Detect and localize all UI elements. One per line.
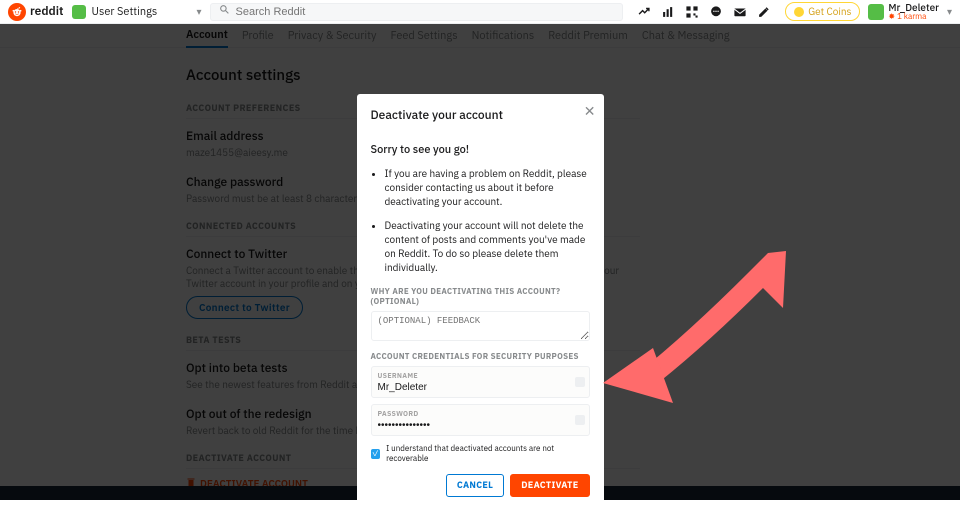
close-icon[interactable]: ✕ [584, 102, 596, 120]
cred-label: Account credentials for security purpose… [371, 352, 590, 362]
deactivate-button[interactable]: DEACTIVATE [510, 474, 589, 497]
modal-bullet: If you are having a problem on Reddit, p… [385, 167, 590, 209]
get-coins-button[interactable]: Get Coins [785, 2, 860, 21]
understand-label: I understand that deactivated accounts a… [386, 444, 589, 464]
header-icons [631, 5, 777, 19]
modal-subtitle: Sorry to see you go! [371, 143, 590, 157]
all-icon[interactable] [661, 5, 675, 19]
deactivate-modal: ✕ Deactivate your account Sorry to see y… [357, 94, 604, 511]
user-menu[interactable]: Mr_Deleter ✸1 karma ▾ [868, 3, 952, 21]
popular-icon[interactable] [637, 5, 651, 19]
user-karma: 1 karma [897, 13, 926, 21]
password-field[interactable]: PASSWORD [371, 404, 590, 436]
field-badge-icon [575, 415, 585, 425]
karma-icon: ✸ [888, 13, 895, 21]
user-avatar-icon [868, 4, 884, 20]
top-header: reddit User Settings ▾ Get Coins Mr_Dele… [0, 0, 960, 24]
field-badge-icon [575, 377, 585, 387]
modal-title: Deactivate your account [371, 108, 590, 123]
create-post-icon[interactable] [757, 5, 771, 19]
context-dropdown[interactable]: User Settings ▾ [72, 5, 202, 19]
username-input[interactable] [378, 382, 569, 393]
qr-icon[interactable] [685, 5, 699, 19]
coins-label: Get Coins [808, 5, 851, 18]
chat-icon[interactable] [709, 5, 723, 19]
settings-avatar-icon [72, 5, 86, 19]
modal-bullet: Deactivating your account will not delet… [385, 219, 590, 275]
chevron-down-icon: ▾ [197, 5, 202, 18]
search-bar[interactable] [210, 3, 624, 21]
modal-actions: CANCEL DEACTIVATE [371, 474, 590, 497]
why-label: Why are you deactivating this account? (… [371, 287, 590, 307]
search-input[interactable] [236, 6, 615, 18]
logo[interactable]: reddit [8, 3, 64, 21]
logo-text: reddit [30, 4, 64, 19]
messages-icon[interactable] [733, 5, 747, 19]
chevron-down-icon: ▾ [947, 5, 952, 18]
search-icon [219, 4, 230, 19]
feedback-textarea[interactable] [371, 311, 590, 341]
modal-overlay[interactable]: ✕ Deactivate your account Sorry to see y… [0, 24, 960, 500]
password-input[interactable] [378, 420, 569, 431]
context-label: User Settings [92, 5, 158, 19]
modal-bullets: If you are having a problem on Reddit, p… [371, 167, 590, 275]
understand-row[interactable]: ✓ I understand that deactivated accounts… [371, 444, 590, 464]
coin-icon [794, 7, 804, 17]
reddit-logo-icon [8, 3, 26, 21]
username-field[interactable]: USERNAME [371, 366, 590, 398]
user-name: Mr_Deleter [888, 3, 939, 13]
cancel-button[interactable]: CANCEL [446, 474, 504, 497]
checkbox-checked-icon[interactable]: ✓ [371, 449, 381, 459]
